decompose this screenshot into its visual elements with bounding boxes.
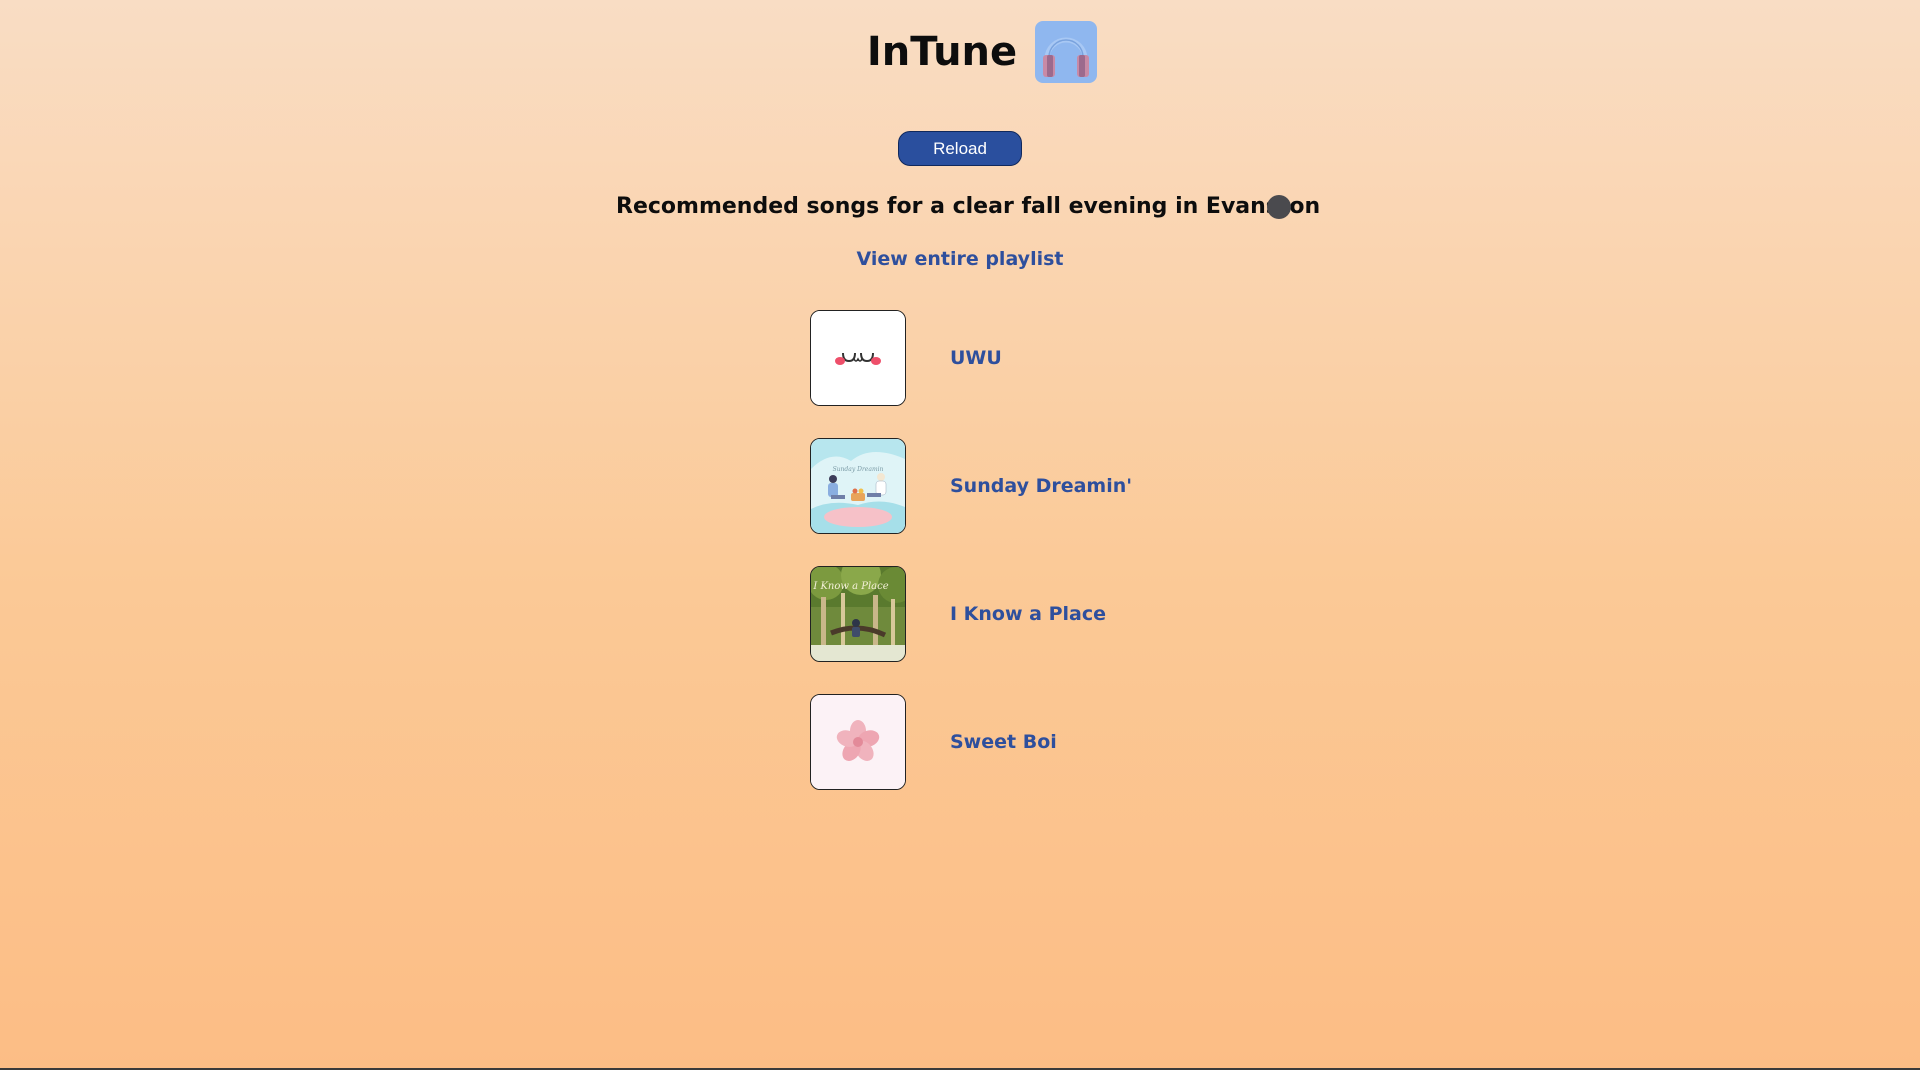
app-header: InTune [0, 20, 1920, 84]
uwu-face-cover[interactable] [810, 310, 906, 406]
svg-text:I Know a Place: I Know a Place [812, 581, 888, 592]
pink-flower-cover[interactable] [810, 694, 906, 790]
picnic-illustration-cover[interactable]: Sunday Dreamin [810, 438, 906, 534]
recommendation-heading: Recommended songs for a clear fall eveni… [616, 194, 1321, 219]
status-dot-icon [1267, 195, 1291, 219]
list-item[interactable]: I Know a Place I Know a Place [810, 566, 1410, 662]
song-title[interactable]: Sweet Boi [950, 731, 1057, 753]
song-title[interactable]: UWU [950, 347, 1002, 369]
song-title[interactable]: Sunday Dreamin' [950, 475, 1132, 497]
view-playlist-link[interactable]: View entire playlist [857, 248, 1064, 270]
reload-button[interactable]: Reload [898, 131, 1022, 166]
view-playlist-link-row: View entire playlist [0, 248, 1920, 270]
svg-text:Sunday Dreamin: Sunday Dreamin [833, 466, 884, 473]
song-title[interactable]: I Know a Place [950, 603, 1106, 625]
app-title: InTune [866, 29, 1018, 75]
song-list: UWU Sunday Dreamin Sunday Dreamin' I Kno… [810, 310, 1410, 822]
forest-illustration-cover[interactable]: I Know a Place [810, 566, 906, 662]
list-item[interactable]: Sunday Dreamin Sunday Dreamin' [810, 438, 1410, 534]
list-item[interactable]: UWU [810, 310, 1410, 406]
list-item[interactable]: Sweet Boi [810, 694, 1410, 790]
headphones-icon [1035, 21, 1098, 83]
recommendation-header: Recommended songs for a clear fall eveni… [0, 190, 1920, 226]
